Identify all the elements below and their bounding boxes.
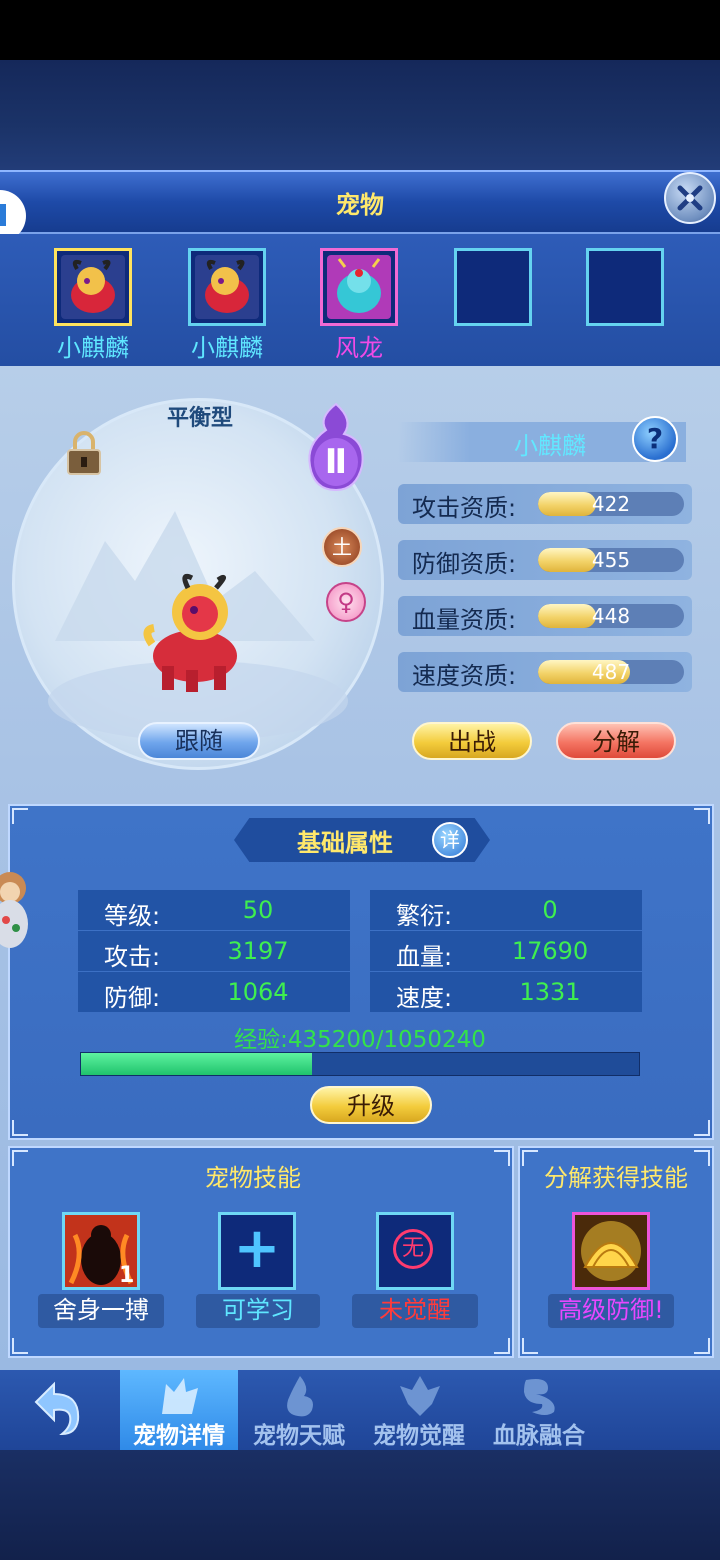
skill-slot-2[interactable]: + (218, 1212, 296, 1290)
advanced-defense-skill-icon (575, 1215, 647, 1287)
stat-value: 1331 (519, 978, 581, 1006)
swirl-icon (524, 1379, 555, 1415)
skill-label-3: 未觉醒 (352, 1294, 478, 1328)
stat-label: 等级: (104, 902, 161, 930)
close-icon (677, 185, 703, 211)
detail-button[interactable]: 详 (432, 822, 468, 858)
pet-slot-2[interactable] (188, 248, 266, 326)
stat-level: 等级: 50 (78, 890, 350, 930)
tab-pet-talent[interactable]: 宠物天赋 (240, 1370, 358, 1450)
aptitude-value: 455 (591, 548, 631, 572)
skill-slot-1[interactable]: 1 (62, 1212, 140, 1290)
qilin-portrait-icon (195, 255, 259, 319)
stat-label: 血量: (396, 943, 453, 971)
tab-pet-details[interactable]: 宠物详情 (120, 1370, 238, 1450)
follow-button[interactable]: 跟随 (138, 722, 260, 760)
pet-name: 小麒麟 (514, 432, 586, 460)
battle-button[interactable]: 出战 (412, 722, 532, 760)
aptitude-hp: 血量资质: 448 (398, 596, 692, 636)
aptitude-attack: 攻击资质: 422 (398, 484, 692, 524)
aptitude-value: 487 (591, 660, 631, 684)
exp-bar (80, 1052, 640, 1076)
decompose-button[interactable]: 分解 (556, 722, 676, 760)
wind-dragon-portrait-icon (327, 255, 391, 319)
aptitude-defense: 防御资质: 455 (398, 540, 692, 580)
stat-value: 1064 (227, 978, 289, 1006)
wolf-head-icon (162, 1378, 198, 1414)
grade-numeral: Ⅱ (324, 442, 348, 482)
stat-value: 50 (242, 896, 274, 924)
close-button[interactable] (664, 172, 716, 224)
lock-icon[interactable] (66, 430, 102, 476)
aptitude-value: 422 (591, 492, 631, 516)
skill-level: 1 (119, 1263, 135, 1288)
pet-slot-5-empty[interactable] (586, 248, 664, 326)
pet-slot-1[interactable] (54, 248, 132, 326)
stat-attack: 攻击: 3197 (78, 931, 350, 971)
flame-icon (287, 1376, 313, 1417)
stat-value: 17690 (511, 937, 589, 965)
pet-slot-3[interactable] (320, 248, 398, 326)
base-attributes-title: 基础属性 (297, 829, 393, 857)
stat-label: 防御: (104, 984, 161, 1012)
stat-defense: 防御: 1064 (78, 972, 350, 1012)
unawakened-skill-icon: 无 (393, 1229, 433, 1269)
tab-label: 宠物详情 (133, 1423, 225, 1449)
stat-label: 繁衍: (396, 902, 453, 930)
upgrade-button[interactable]: 升级 (310, 1086, 432, 1124)
pet-name-3: 风龙 (335, 334, 383, 362)
scene-background-bottom (0, 1450, 720, 1560)
pet-slot-4-empty[interactable] (454, 248, 532, 326)
decompose-skill-label-1: 高级防御! (548, 1294, 674, 1328)
aptitude-bar: 455 (538, 548, 684, 572)
aptitude-speed: 速度资质: 487 (398, 652, 692, 692)
skill-label-2: 可学习 (196, 1294, 320, 1328)
stat-label: 速度: (396, 984, 453, 1012)
add-skill-icon: + (233, 1216, 281, 1281)
tab-bloodline-fusion[interactable]: 血脉融合 (480, 1370, 598, 1450)
stat-speed: 速度: 1331 (370, 972, 642, 1012)
decompose-skills-title: 分解获得技能 (544, 1164, 688, 1192)
crest-icon (400, 1376, 440, 1416)
aptitude-label: 血量资质: (412, 606, 517, 634)
decompose-skill-slot-1[interactable] (572, 1212, 650, 1290)
tab-label: 宠物觉醒 (373, 1423, 465, 1449)
aptitude-bar: 422 (538, 492, 684, 516)
stat-value: 0 (542, 896, 558, 924)
stat-label: 攻击: (104, 943, 161, 971)
pet-name-1: 小麒麟 (57, 334, 129, 362)
qilin-portrait-icon (61, 255, 125, 319)
status-bar (0, 0, 720, 60)
gender-female-badge: ♀ (326, 582, 366, 622)
element-earth-badge[interactable]: 土 (322, 527, 362, 567)
stat-breed: 繁衍: 0 (370, 890, 642, 930)
tab-label: 血脉融合 (493, 1423, 585, 1449)
tab-label: 宠物天赋 (253, 1423, 345, 1449)
help-button[interactable]: ? (632, 416, 678, 462)
skill-slot-3[interactable]: 无 (376, 1212, 454, 1290)
pet-type-label: 平衡型 (166, 406, 233, 431)
pet-skills-title: 宠物技能 (205, 1164, 301, 1192)
aptitude-label: 防御资质: (412, 550, 517, 578)
aptitude-bar: 487 (538, 660, 684, 684)
tab-pet-awaken[interactable]: 宠物觉醒 (360, 1370, 478, 1450)
aptitude-value: 448 (591, 604, 631, 628)
back-arrow-icon[interactable] (32, 1380, 84, 1436)
stat-value: 3197 (227, 937, 289, 965)
skill-label-1: 舍身一搏 (38, 1294, 164, 1328)
aptitude-label: 速度资质: (412, 662, 517, 690)
stat-hp: 血量: 17690 (370, 931, 642, 971)
qilin-pet-sprite (143, 573, 237, 692)
page-title: 宠物 (336, 191, 384, 219)
mascot-monkey-icon[interactable] (0, 868, 36, 956)
aptitude-bar: 448 (538, 604, 684, 628)
aptitude-label: 攻击资质: (412, 494, 517, 522)
pet-name-2: 小麒麟 (191, 334, 263, 362)
exp-text: 经验:435200/1050240 (234, 1027, 486, 1053)
exp-bar-fill (81, 1053, 313, 1075)
scene-background-top (0, 60, 720, 170)
